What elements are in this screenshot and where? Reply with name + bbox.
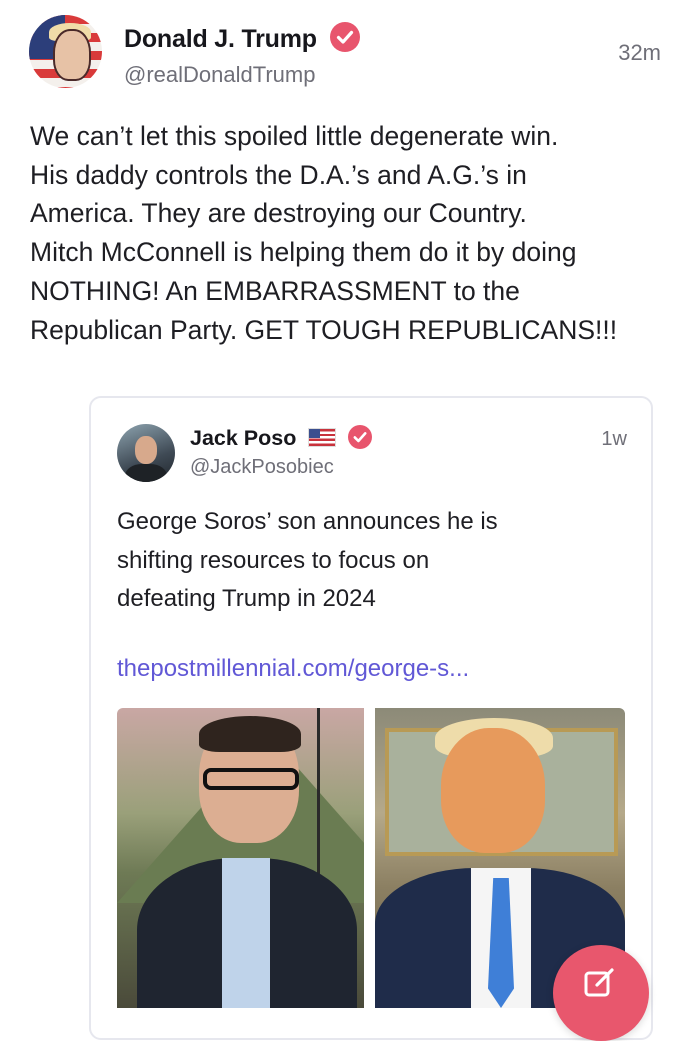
quoted-post-link[interactable]: thepostmillennial.com/george-s... bbox=[117, 655, 469, 683]
quoted-author-name[interactable]: Jack Poso bbox=[190, 426, 296, 450]
verified-badge-icon bbox=[348, 425, 373, 449]
quoted-author-avatar[interactable] bbox=[117, 424, 175, 482]
author-name-row[interactable]: Donald J. Trump bbox=[124, 22, 360, 54]
author-avatar[interactable] bbox=[29, 15, 102, 88]
post-timestamp: 32m bbox=[618, 40, 661, 65]
us-flag-icon bbox=[308, 428, 337, 447]
quoted-author-handle[interactable]: @JackPosobiec bbox=[190, 456, 334, 479]
post-header: Donald J. Trump @realDonaldTrump 32m bbox=[26, 12, 661, 92]
quoted-post-card[interactable]: Jack Poso @JackPosobiec 1w George Soros’… bbox=[89, 396, 653, 1040]
compose-button[interactable] bbox=[553, 945, 649, 1041]
quoted-post-timestamp: 1w bbox=[601, 428, 627, 450]
quoted-author-name-row[interactable]: Jack Poso bbox=[190, 425, 373, 451]
avatar-face bbox=[53, 29, 91, 81]
compose-icon bbox=[584, 968, 614, 997]
verified-badge-icon bbox=[329, 22, 360, 52]
quoted-avatar-face bbox=[135, 436, 157, 464]
post-body-text: We can’t let this spoiled little degener… bbox=[30, 121, 618, 345]
quoted-image-left[interactable] bbox=[117, 708, 364, 1008]
quoted-post-text: George Soros’ son announces he is shifti… bbox=[117, 508, 498, 612]
author-handle[interactable]: @realDonaldTrump bbox=[124, 62, 315, 88]
author-name[interactable]: Donald J. Trump bbox=[124, 25, 317, 53]
quoted-avatar-body bbox=[125, 464, 167, 482]
